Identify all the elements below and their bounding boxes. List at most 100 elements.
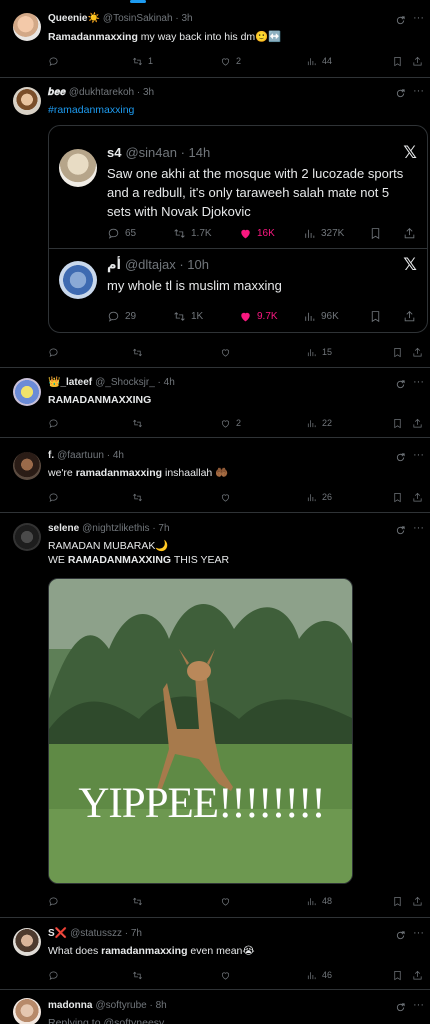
author-name[interactable]: s4 (107, 145, 121, 160)
grok-icon[interactable] (395, 379, 406, 390)
retweet-button[interactable]: 1K (173, 308, 203, 324)
more-icon[interactable]: ··· (413, 927, 424, 939)
views-button[interactable]: 46 (306, 968, 332, 982)
more-icon[interactable]: ··· (413, 12, 424, 24)
author-handle[interactable]: @dukhtarekoh · 3h (69, 87, 154, 98)
author-handle[interactable]: @_Shocksjr_ · 4h (95, 377, 175, 388)
retweet-button[interactable]: 1.7K (173, 225, 212, 241)
avatar[interactable] (13, 13, 41, 41)
views-button[interactable]: 22 (306, 416, 332, 430)
author-name[interactable]: f. (48, 450, 54, 461)
author-name[interactable]: Queenie☀️ (48, 13, 100, 24)
like-button[interactable] (220, 968, 236, 982)
retweet-button[interactable] (132, 894, 148, 908)
author-name[interactable]: madonna (48, 1000, 92, 1011)
reply-button[interactable] (48, 416, 59, 430)
grok-icon[interactable] (395, 452, 406, 463)
views-button[interactable]: 327K (303, 225, 344, 241)
retweet-button[interactable] (132, 490, 148, 504)
views-button[interactable]: 26 (306, 490, 332, 504)
share-button[interactable] (412, 968, 423, 982)
retweet-button[interactable]: 1 (132, 54, 153, 68)
share-button[interactable] (412, 345, 423, 359)
tweet-2[interactable]: 𝒃𝒆𝒆 @dukhtarekoh · 3h ··· #ramadanmaxxin… (0, 78, 430, 368)
author-handle[interactable]: @nightzlikethis · 7h (82, 523, 169, 534)
like-button[interactable] (220, 345, 236, 359)
quoted-tweet-1[interactable]: s4 @sin4an · 14h 𝕏 Saw one akhi at the mo… (49, 126, 427, 232)
views-button[interactable]: 48 (306, 894, 332, 908)
reply-button[interactable]: 65 (107, 225, 136, 241)
share-button[interactable] (412, 416, 423, 430)
more-icon[interactable]: ··· (413, 999, 424, 1011)
like-button[interactable]: 2 (220, 416, 241, 430)
hashtag-link[interactable]: #ramadanmaxxing (48, 103, 416, 117)
avatar[interactable] (59, 261, 97, 299)
share-button[interactable] (412, 490, 423, 504)
bookmark-button[interactable] (392, 416, 403, 430)
avatar[interactable] (59, 149, 97, 187)
author-handle[interactable]: @dltajax · 10h (125, 257, 209, 272)
bookmark-button[interactable] (392, 968, 403, 982)
author-name[interactable]: أم (107, 257, 121, 272)
share-button[interactable] (403, 308, 416, 324)
tweet-6[interactable]: S❌ @statusszz · 7h ··· What does ramadan… (0, 918, 430, 990)
reply-button[interactable] (48, 968, 59, 982)
grok-icon[interactable] (395, 525, 406, 536)
bookmark-button[interactable] (392, 345, 403, 359)
x-logo-icon[interactable]: 𝕏 (403, 143, 417, 163)
author-handle[interactable]: @softyrube · 8h (95, 1000, 166, 1011)
avatar[interactable] (13, 998, 41, 1024)
avatar[interactable] (13, 928, 41, 956)
bookmark-button[interactable] (392, 490, 403, 504)
like-button[interactable]: 9.7K (239, 308, 278, 324)
reply-button[interactable]: 29 (107, 308, 136, 324)
grok-icon[interactable] (395, 930, 406, 941)
author-handle[interactable]: @statusszz · 7h (70, 928, 142, 939)
bookmark-button[interactable] (392, 54, 403, 68)
views-button[interactable]: 44 (306, 54, 332, 68)
share-button[interactable] (403, 225, 416, 241)
tweet-3[interactable]: 👑_lateef @_Shocksjr_ · 4h ··· RAMADANMAX… (0, 368, 430, 438)
tweet-4[interactable]: f. @faartuun · 4h ··· we're ramadanmaxxi… (0, 438, 430, 513)
like-button[interactable]: 2 (220, 54, 241, 68)
tweet-media-image[interactable]: YIPPEE!!!!!!!! (48, 578, 353, 884)
tweet-1[interactable]: Queenie☀️ @TosinSakinah · 3h ··· Ramadan… (0, 3, 430, 78)
more-icon[interactable]: ··· (413, 376, 424, 388)
reply-button[interactable] (48, 894, 59, 908)
avatar[interactable] (13, 452, 41, 480)
author-name[interactable]: S❌ (48, 928, 67, 939)
more-icon[interactable]: ··· (413, 449, 424, 461)
author-handle[interactable]: @faartuun · 4h (57, 450, 124, 461)
more-icon[interactable]: ··· (413, 85, 424, 97)
views-button[interactable]: 96K (303, 308, 339, 324)
share-button[interactable] (412, 54, 423, 68)
avatar[interactable] (13, 87, 41, 115)
reply-button[interactable] (48, 490, 59, 504)
author-handle[interactable]: @sin4an · 14h (125, 145, 210, 160)
views-button[interactable]: 15 (306, 345, 332, 359)
author-name[interactable]: selene (48, 523, 79, 534)
grok-icon[interactable] (395, 88, 406, 99)
quoted-tweet-2[interactable]: أم @dltajax · 10h 𝕏 my whole tl is muslim… (49, 249, 427, 333)
retweet-button[interactable] (132, 416, 148, 430)
like-button[interactable] (220, 490, 236, 504)
quoted-tweets-card[interactable]: s4 @sin4an · 14h 𝕏 Saw one akhi at the mo… (48, 125, 428, 333)
author-name[interactable]: 👑_lateef (48, 377, 92, 388)
reply-button[interactable] (48, 54, 59, 68)
author-handle[interactable]: @TosinSakinah · 3h (103, 13, 193, 24)
bookmark-button[interactable] (369, 225, 382, 241)
retweet-button[interactable] (132, 968, 148, 982)
avatar[interactable] (13, 523, 41, 551)
grok-icon[interactable] (395, 1002, 406, 1013)
tweet-7[interactable]: madonna @softyrube · 8h ··· Replying to … (0, 990, 430, 1024)
author-name[interactable]: 𝒃𝒆𝒆 (48, 87, 66, 98)
retweet-button[interactable] (132, 345, 148, 359)
like-button[interactable]: 16K (239, 225, 275, 241)
share-button[interactable] (412, 894, 423, 908)
x-logo-icon[interactable]: 𝕏 (403, 255, 417, 275)
grok-icon[interactable] (395, 15, 406, 26)
like-button[interactable] (220, 894, 236, 908)
more-icon[interactable]: ··· (413, 522, 424, 534)
bookmark-button[interactable] (392, 894, 403, 908)
bookmark-button[interactable] (369, 308, 382, 324)
